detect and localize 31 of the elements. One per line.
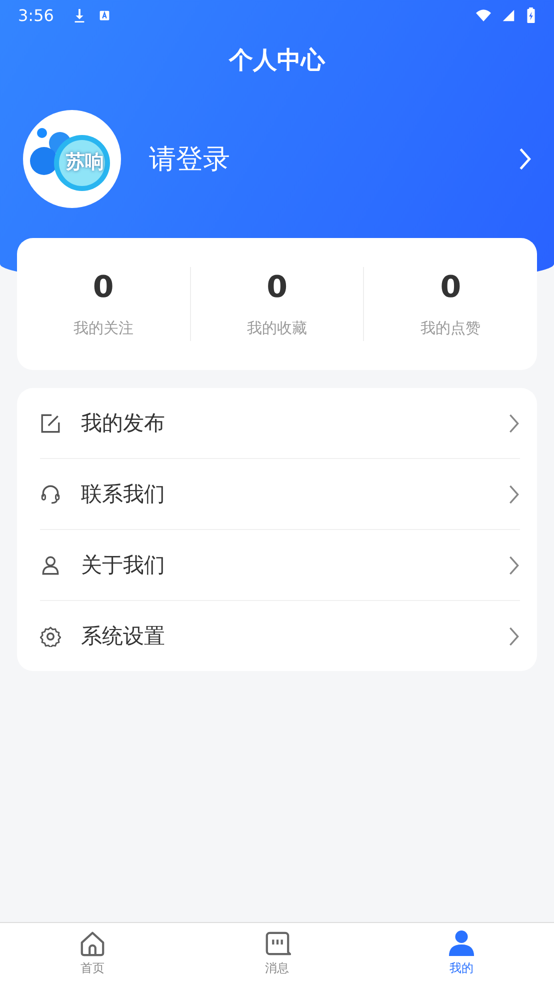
chevron-right-icon[interactable] bbox=[508, 626, 520, 646]
login-link[interactable]: 请登录 bbox=[149, 141, 518, 177]
chevron-right-icon[interactable] bbox=[508, 412, 520, 434]
person-icon bbox=[40, 554, 61, 576]
message-icon bbox=[264, 930, 290, 957]
tab-item[interactable]: 我的 bbox=[369, 923, 554, 984]
edit-icon bbox=[40, 412, 61, 434]
stat-label[interactable]: 我的关注 bbox=[73, 319, 134, 338]
status-time: 3:56 bbox=[18, 6, 54, 24]
stat-value: 0 bbox=[92, 270, 114, 305]
stat-value: 0 bbox=[266, 270, 288, 305]
tab-item[interactable]: 消息 bbox=[184, 923, 370, 984]
home-icon bbox=[78, 930, 106, 957]
page-title: 个人中心 bbox=[228, 45, 326, 76]
user-icon bbox=[448, 930, 476, 957]
chevron-right-icon[interactable] bbox=[508, 554, 520, 576]
battery-icon bbox=[526, 6, 536, 24]
chevron-right-icon[interactable] bbox=[508, 484, 520, 504]
app-logo: 苏响 bbox=[23, 110, 121, 208]
stat-label[interactable]: 我的点赞 bbox=[420, 319, 481, 338]
menu-item-label[interactable]: 系统设置 bbox=[81, 622, 508, 650]
stat-value: 0 bbox=[440, 270, 462, 305]
stat-label[interactable]: 我的收藏 bbox=[247, 319, 307, 338]
settings-icon bbox=[40, 626, 61, 646]
signal-icon bbox=[501, 8, 516, 22]
menu-item-label[interactable]: 联系我们 bbox=[81, 480, 508, 508]
menu-item-label[interactable]: 关于我们 bbox=[81, 551, 508, 579]
menu-item-label[interactable]: 我的发布 bbox=[81, 409, 508, 437]
wifi-icon bbox=[476, 8, 491, 22]
tab-item[interactable]: 首页 bbox=[0, 923, 185, 984]
headset-icon bbox=[40, 484, 61, 504]
